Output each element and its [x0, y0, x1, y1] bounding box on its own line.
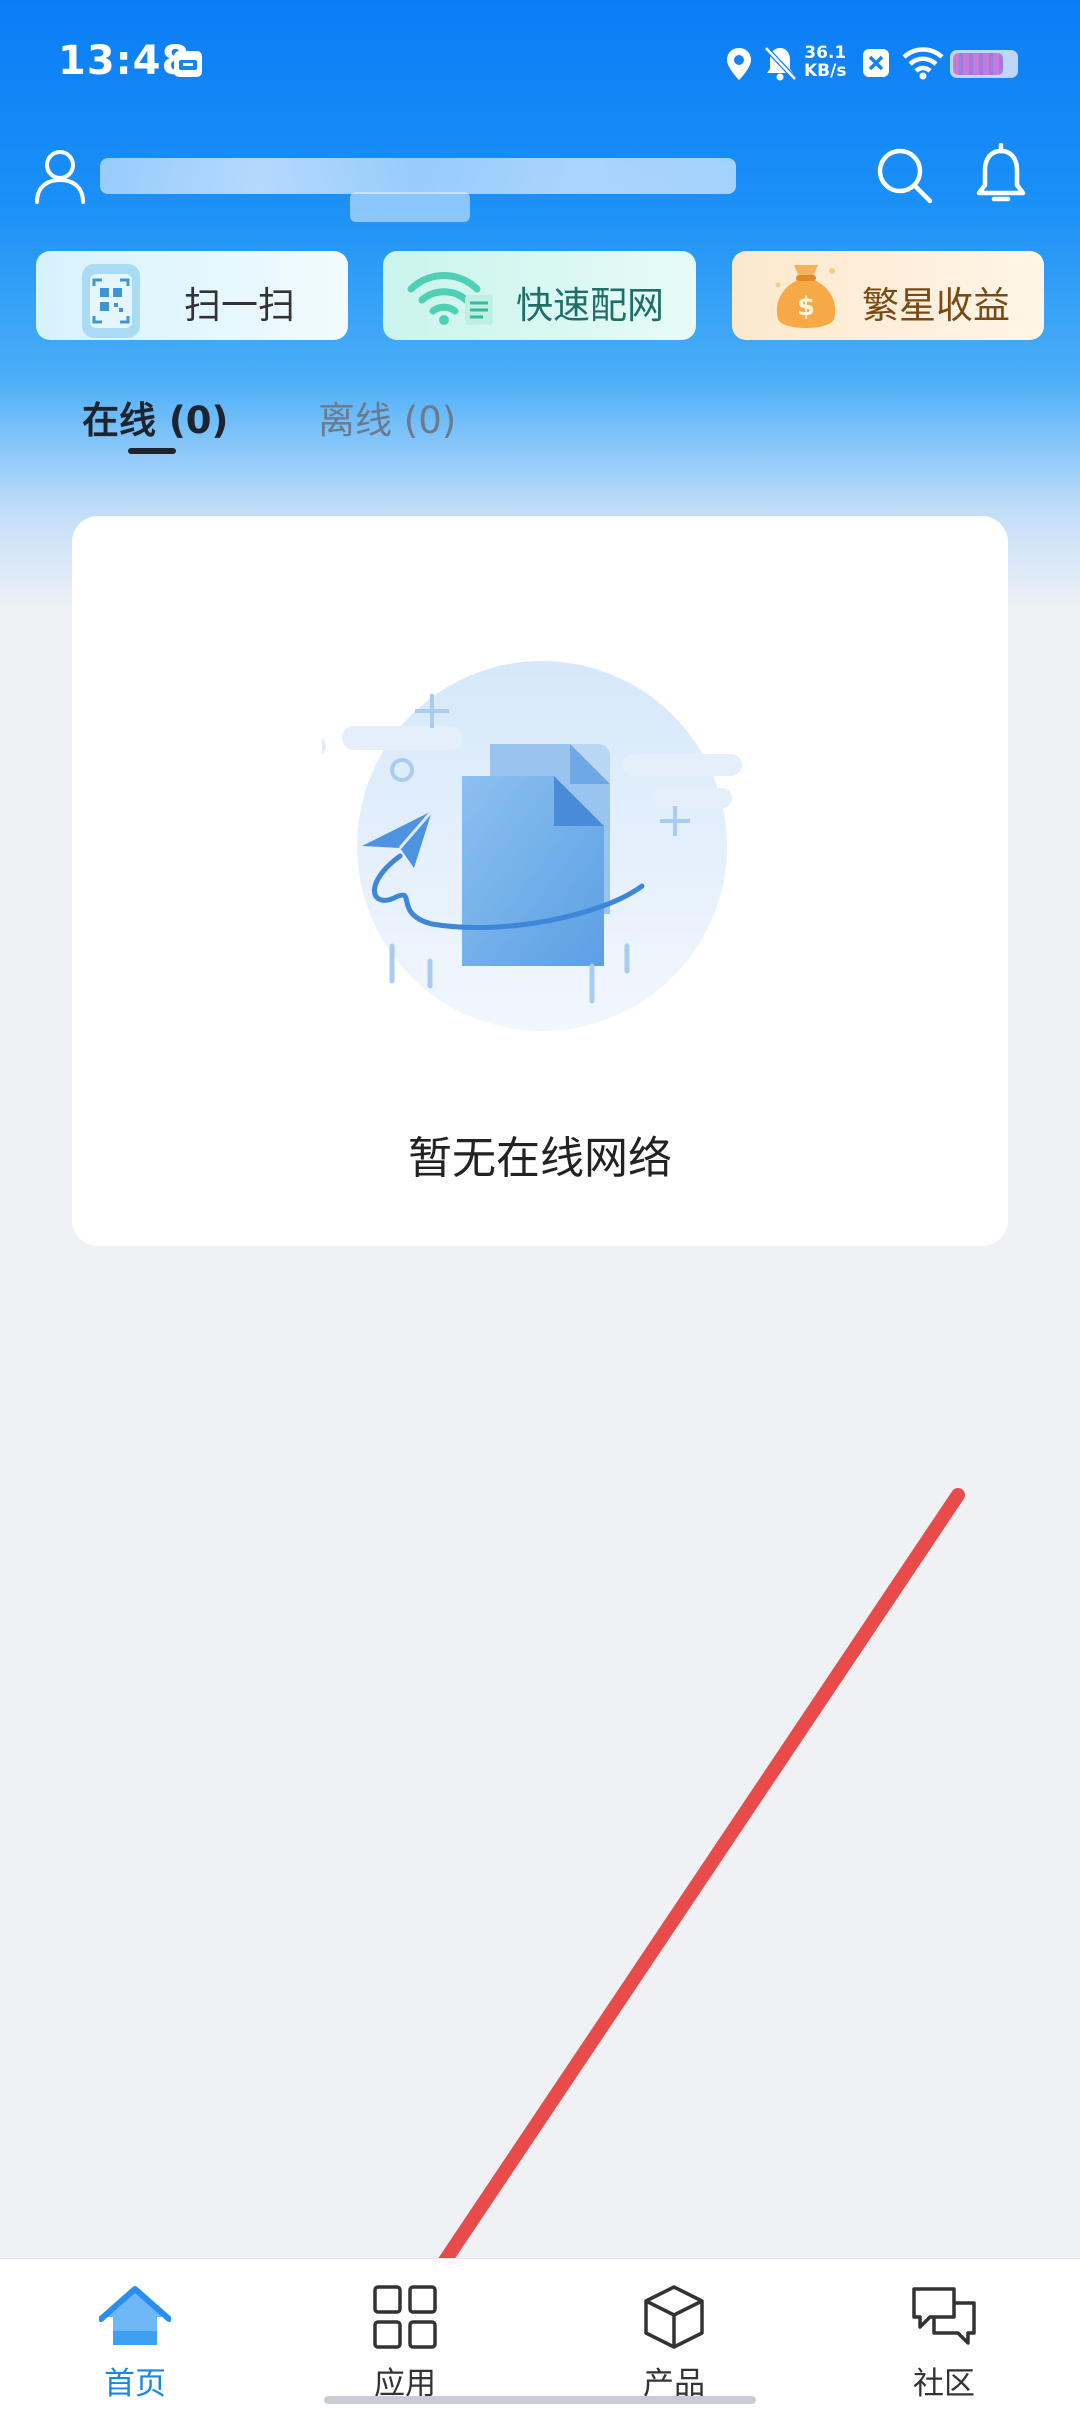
account-name-blurred-2	[350, 192, 470, 222]
tab-online[interactable]: 在线 (0)	[82, 390, 228, 444]
bell-icon[interactable]	[974, 143, 1028, 205]
home-icon	[99, 2286, 171, 2345]
status-time: 13:48	[58, 38, 191, 84]
network-list-card: 暂无在线网络	[72, 516, 1008, 1246]
svg-text:$: $	[797, 292, 815, 322]
scan-button[interactable]: 扫一扫	[36, 251, 348, 340]
empty-document-illustration	[322, 661, 742, 1031]
quick-network-config-label: 快速配网	[516, 284, 664, 327]
money-bag-icon: $	[775, 265, 836, 328]
nav-apps[interactable]: 应用	[325, 2259, 485, 2409]
account-name-blurred	[100, 158, 736, 194]
empty-state-message: 暂无在线网络	[408, 1133, 672, 1184]
search-icon[interactable]	[874, 145, 934, 205]
network-speed: 36.1 KB/s	[804, 43, 847, 81]
nav-community-label: 社区	[913, 2366, 975, 2402]
cube-icon	[644, 2285, 704, 2349]
quick-network-config-button[interactable]: 快速配网	[383, 251, 696, 340]
wifi-config-icon	[407, 272, 493, 325]
scan-label: 扫一扫	[184, 284, 295, 327]
nav-community[interactable]: 社区	[864, 2259, 1024, 2409]
star-earnings-button[interactable]: $ 繁星收益	[732, 251, 1044, 340]
apps-grid-icon	[373, 2285, 437, 2349]
nav-home[interactable]: 首页	[55, 2259, 215, 2409]
wifi-icon	[902, 47, 944, 80]
nav-home-label: 首页	[104, 2366, 166, 2402]
tab-offline[interactable]: 离线 (0)	[318, 390, 456, 444]
home-indicator[interactable]	[324, 2396, 756, 2404]
status-bar: 13:48 36.1 KB/s	[0, 0, 1080, 125]
mute-bell-icon	[764, 46, 797, 81]
nav-products[interactable]: 产品	[594, 2259, 754, 2409]
calendar-icon	[174, 51, 202, 77]
location-icon	[727, 48, 751, 80]
battery-icon	[950, 50, 1018, 78]
active-tab-indicator	[128, 448, 176, 454]
chat-bubbles-icon	[912, 2287, 976, 2345]
battery-level	[953, 53, 1003, 75]
qr-scan-icon	[82, 264, 140, 338]
user-icon[interactable]	[32, 147, 88, 205]
close-badge-icon	[863, 49, 889, 77]
star-earnings-label: 繁星收益	[862, 284, 1010, 327]
bottom-navigation: 首页 应用 产品 社区	[0, 2258, 1080, 2409]
